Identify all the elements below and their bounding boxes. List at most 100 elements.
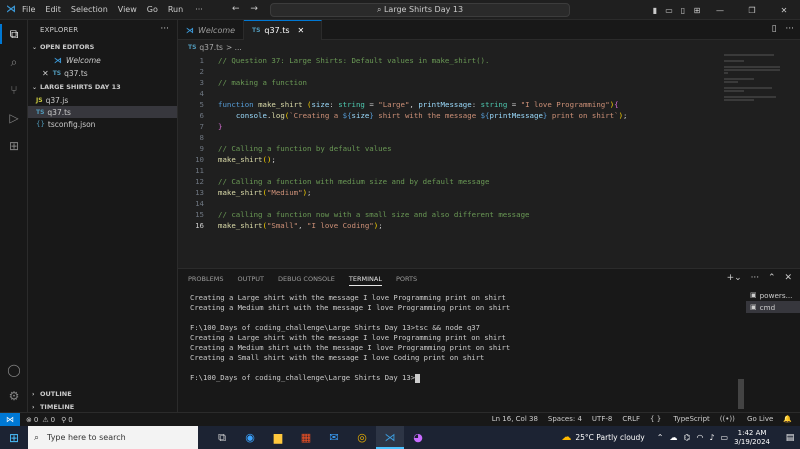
indentation[interactable]: Spaces: 4 bbox=[548, 415, 582, 423]
code-line[interactable]: 3 // making a function bbox=[178, 77, 738, 88]
menu-more[interactable]: ··· bbox=[195, 5, 203, 14]
new-terminal-icon[interactable]: +⌄ bbox=[727, 273, 742, 283]
close-window-button[interactable]: ✕ bbox=[768, 6, 800, 15]
minimap[interactable] bbox=[724, 54, 784, 114]
menu-edit[interactable]: Edit bbox=[45, 5, 61, 14]
chevron-up-icon[interactable]: ⌃ bbox=[657, 433, 664, 442]
timeline-section[interactable]: › TIMELINE bbox=[32, 403, 74, 411]
menu-run[interactable]: Run bbox=[168, 5, 183, 14]
code-line[interactable]: 1 // Question 37: Large Shirts: Default v… bbox=[178, 55, 738, 66]
toggle-secondary-icon[interactable]: ▯ bbox=[676, 6, 690, 15]
edge-icon[interactable]: ◉ bbox=[236, 426, 264, 449]
volume-icon[interactable]: ♪ bbox=[709, 433, 714, 442]
maximize-panel-icon[interactable]: ⌃ bbox=[768, 273, 776, 283]
tab-terminal[interactable]: TERMINAL bbox=[348, 275, 382, 286]
vscode-taskbar-icon[interactable]: ⋊ bbox=[376, 426, 404, 449]
chrome-icon[interactable]: ◎ bbox=[348, 426, 376, 449]
file-q37-ts[interactable]: TS q37.ts bbox=[28, 106, 177, 118]
code-line[interactable]: 12 // Calling a function with medium size… bbox=[178, 176, 738, 187]
wifi-icon[interactable]: ◠ bbox=[696, 433, 703, 442]
code-line[interactable]: 8 bbox=[178, 132, 738, 143]
discord-icon[interactable]: ◕ bbox=[404, 426, 432, 449]
toggle-panel-icon[interactable]: ▭ bbox=[662, 6, 676, 15]
go-live-button[interactable]: ((•)) Go Live bbox=[720, 415, 774, 423]
menu-file[interactable]: File bbox=[22, 5, 35, 14]
code-line[interactable]: 5 function make_shirt (size: string = "La… bbox=[178, 99, 738, 110]
tab-welcome[interactable]: ⋊ Welcome bbox=[178, 20, 244, 40]
code-line[interactable]: 15 // calling a function now with a small… bbox=[178, 209, 738, 220]
explorer-more-icon[interactable]: ··· bbox=[160, 24, 169, 34]
code-line[interactable]: 11 bbox=[178, 165, 738, 176]
run-debug-icon[interactable]: ▷ bbox=[6, 110, 22, 126]
tab-ports[interactable]: PORTS bbox=[396, 275, 417, 286]
menu-view[interactable]: View bbox=[118, 5, 137, 14]
back-arrow-icon[interactable]: ← bbox=[232, 4, 240, 14]
store-icon[interactable]: ▦ bbox=[292, 426, 320, 449]
toggle-sidebar-icon[interactable]: ▮ bbox=[648, 6, 662, 15]
open-editors-section[interactable]: ⌄ OPEN EDITORS bbox=[32, 43, 94, 51]
terminal-output[interactable]: Creating a Large shirt with the message … bbox=[190, 293, 740, 383]
notifications-bell-icon[interactable]: 🔔 bbox=[783, 415, 792, 423]
forward-arrow-icon[interactable]: → bbox=[250, 4, 258, 14]
encoding[interactable]: UTF-8 bbox=[592, 415, 612, 423]
close-panel-icon[interactable]: ✕ bbox=[784, 273, 792, 283]
code-line[interactable]: 14 bbox=[178, 198, 738, 209]
tab-output[interactable]: OUTPUT bbox=[237, 275, 264, 286]
code-line[interactable]: 9 // Calling a function by default values bbox=[178, 143, 738, 154]
restore-button[interactable]: ❐ bbox=[736, 6, 768, 15]
open-editor-q37-ts[interactable]: ✕ TS q37.ts bbox=[28, 67, 177, 79]
explorer-icon[interactable]: ⧉ bbox=[6, 26, 22, 42]
open-editor-welcome[interactable]: ⋊ Welcome bbox=[28, 54, 177, 66]
outline-section[interactable]: › OUTLINE bbox=[32, 390, 72, 398]
more-actions-icon[interactable]: ··· bbox=[785, 24, 794, 34]
account-icon[interactable]: ◯ bbox=[6, 362, 22, 378]
close-tab-icon[interactable]: ✕ bbox=[298, 26, 305, 35]
menu-go[interactable]: Go bbox=[147, 5, 158, 14]
network-icon[interactable]: ⌬ bbox=[683, 433, 690, 442]
source-control-icon[interactable]: ⑂ bbox=[6, 82, 22, 98]
code-line[interactable]: 10 make_shirt(); bbox=[178, 154, 738, 165]
mail-icon[interactable]: ✉ bbox=[320, 426, 348, 449]
cursor-position[interactable]: Ln 16, Col 38 bbox=[492, 415, 538, 423]
file-tsconfig-json[interactable]: {} tsconfig.json bbox=[28, 118, 177, 130]
code-line[interactable]: 16 make_shirt("Small", "I love Coding"); bbox=[178, 220, 738, 231]
code-line[interactable]: 6 console.log(`Creating a ${size} shirt … bbox=[178, 110, 738, 121]
search-icon[interactable]: ⌕ bbox=[6, 54, 22, 70]
task-view-icon[interactable]: ⧉ bbox=[208, 426, 236, 449]
folder-section[interactable]: ⌄ LARGE SHIRTS DAY 13 bbox=[32, 83, 121, 91]
layout-icon[interactable]: ⊞ bbox=[690, 6, 704, 15]
battery-icon[interactable]: ▭ bbox=[721, 433, 729, 442]
more-actions-icon[interactable]: ··· bbox=[751, 273, 760, 283]
close-icon[interactable]: ✕ bbox=[42, 69, 49, 78]
clock[interactable]: 1:42 AM 3/19/2024 bbox=[734, 429, 770, 447]
extensions-icon[interactable]: ⊞ bbox=[6, 138, 22, 154]
minimize-button[interactable]: — bbox=[704, 6, 736, 15]
code-line[interactable]: 13 make_shirt("Medium"); bbox=[178, 187, 738, 198]
problems-status[interactable]: ⊗ 0 ⚠ 0 ⚲ 0 bbox=[26, 416, 73, 424]
breadcrumb-rest[interactable]: > ... bbox=[226, 43, 242, 52]
code-line[interactable]: 4 bbox=[178, 88, 738, 99]
notification-center-icon[interactable]: ▤ bbox=[780, 433, 800, 443]
command-center-search[interactable]: ⌕ Large Shirts Day 13 bbox=[270, 3, 570, 17]
onedrive-icon[interactable]: ☁ bbox=[669, 433, 677, 442]
tab-q37-ts[interactable]: TS q37.ts ✕ bbox=[244, 20, 322, 40]
remote-icon[interactable]: ⋈ bbox=[0, 412, 20, 427]
weather-widget[interactable]: ☁ 25°C Partly cloudy bbox=[561, 432, 644, 443]
terminal-scrollbar[interactable] bbox=[738, 379, 744, 409]
windows-start-icon[interactable]: ⊞ bbox=[0, 431, 28, 445]
file-q37-js[interactable]: JS q37.js bbox=[28, 94, 177, 106]
code-line[interactable]: 7} bbox=[178, 121, 738, 132]
language-mode[interactable]: { } TypeScript bbox=[650, 415, 710, 423]
split-editor-icon[interactable]: ▯ bbox=[772, 24, 777, 34]
end-of-line[interactable]: CRLF bbox=[622, 415, 640, 423]
breadcrumb-file[interactable]: q37.ts bbox=[199, 43, 223, 52]
tab-problems[interactable]: PROBLEMS bbox=[188, 275, 223, 286]
code-editor[interactable]: 1 // Question 37: Large Shirts: Default v… bbox=[178, 54, 800, 268]
terminal-cmd[interactable]: ▣ cmd bbox=[746, 301, 800, 313]
terminal-powershell[interactable]: ▣ powers... bbox=[746, 289, 800, 301]
tab-debug-console[interactable]: DEBUG CONSOLE bbox=[278, 275, 335, 286]
menu-selection[interactable]: Selection bbox=[71, 5, 108, 14]
vscode-logo-icon[interactable]: ⋊ bbox=[0, 4, 22, 15]
file-explorer-icon[interactable]: ▆ bbox=[264, 426, 292, 449]
code-line[interactable]: 2 bbox=[178, 66, 738, 77]
